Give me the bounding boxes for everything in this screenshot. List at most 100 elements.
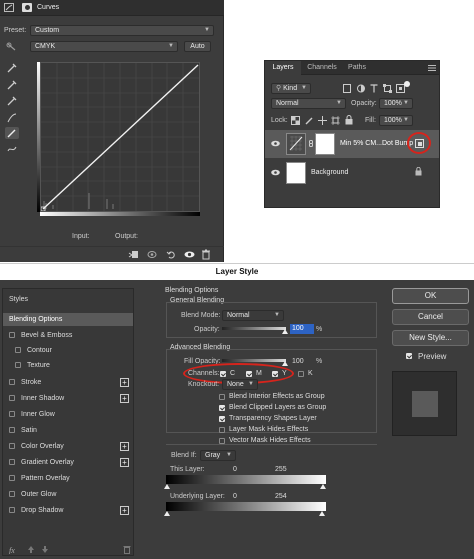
style-item-drop-shadow[interactable]: Drop Shadow + [3,504,133,517]
on-image-adjust-icon[interactable] [6,42,18,52]
type-filter-icon[interactable] [370,84,378,93]
add-inner-shadow-icon[interactable]: + [120,394,129,403]
underlying-layer-gradient-slider[interactable] [166,502,326,511]
option-checkbox-0[interactable] [219,394,225,400]
style-checkbox[interactable] [9,379,15,385]
style-checkbox[interactable] [9,443,15,449]
lock-position-icon[interactable] [318,116,327,125]
trash-icon[interactable] [123,545,131,554]
add-color-overlay-icon[interactable]: + [120,442,129,451]
smooth-curve-icon[interactable] [5,143,19,155]
channel-dropdown[interactable]: CMYK ▼ [30,41,178,52]
layer-name[interactable]: Min 5% CM...Dot Bump [340,140,413,147]
style-checkbox[interactable] [15,347,21,353]
view-previous-state-icon[interactable] [147,250,158,259]
add-stroke-icon[interactable]: + [120,378,129,387]
style-item-outer-glow[interactable]: Outer Glow [3,488,133,501]
option-checkbox-3[interactable] [219,427,225,433]
style-item-inner-glow[interactable]: Inner Glow [3,408,133,421]
add-gradient-overlay-icon[interactable]: + [120,458,129,467]
blend-mode-dropdown[interactable]: Normal ▼ [271,98,346,109]
style-checkbox[interactable] [9,491,15,497]
opacity-slider-thumb[interactable] [282,329,288,334]
filter-kind-dropdown[interactable]: ⚲ Kind ▼ [271,83,311,94]
reset-icon[interactable] [166,250,177,259]
ok-button[interactable]: OK [392,288,469,304]
preset-dropdown[interactable]: Custom ▼ [30,25,214,36]
curves-graph[interactable] [40,62,200,212]
fx-icon[interactable]: fx [9,545,19,554]
style-item-contour[interactable]: Contour [3,344,133,357]
underlying-black-thumb[interactable] [164,511,170,516]
fill-field[interactable]: 100% ▼ [379,115,413,126]
auto-button[interactable]: Auto [184,41,211,52]
lock-artboard-icon[interactable] [331,116,340,125]
fill-opacity-field[interactable]: 100 [292,358,304,365]
gray-eyedropper-icon[interactable] [5,79,19,91]
style-item-inner-shadow[interactable]: Inner Shadow + [3,392,133,405]
knockout-dropdown[interactable]: None ▼ [222,379,258,390]
underlying-white-thumb[interactable] [319,511,325,516]
channel-k-checkbox[interactable] [298,371,304,377]
option-checkbox-1[interactable] [219,405,225,411]
tab-layers[interactable]: Layers [265,61,301,75]
style-item-gradient-overlay[interactable]: Gradient Overlay + [3,456,133,469]
layer-mask-thumbnail[interactable] [315,133,335,155]
move-down-icon[interactable] [41,545,49,554]
opacity-field[interactable]: 100 [290,324,314,334]
style-checkbox[interactable] [9,459,15,465]
add-drop-shadow-icon[interactable]: + [120,506,129,515]
this-layer-white-thumb[interactable] [320,484,326,489]
filter-toggle-icon[interactable] [404,81,410,87]
clip-to-layer-icon[interactable] [128,250,139,259]
option-checkbox-2[interactable] [219,416,225,422]
lock-transparent-pixels-icon[interactable] [291,116,300,125]
this-layer-gradient-slider[interactable] [166,475,326,484]
blend-mode-dropdown[interactable]: Normal ▼ [222,310,284,321]
new-style-button[interactable]: New Style... [392,330,469,346]
this-layer-black-thumb[interactable] [164,484,170,489]
tab-channels[interactable]: Channels [303,61,341,75]
layer-row-background[interactable]: Background [265,159,439,187]
adjustment-filter-icon[interactable] [357,84,365,93]
opacity-slider-track[interactable] [222,327,286,330]
fill-opacity-slider-track[interactable] [222,359,286,362]
style-checkbox[interactable] [9,332,15,338]
style-item-texture[interactable]: Texture [3,359,133,372]
pixel-filter-icon[interactable] [343,84,351,93]
preview-checkbox[interactable] [406,353,412,359]
lock-image-pixels-icon[interactable] [305,116,314,125]
visibility-eye-icon[interactable] [271,169,280,176]
style-item-stroke[interactable]: Stroke + [3,376,133,389]
shape-filter-icon[interactable] [383,84,392,93]
style-item-blending-options[interactable]: Blending Options [3,313,133,326]
style-checkbox[interactable] [9,411,15,417]
tab-paths[interactable]: Paths [343,61,371,75]
style-item-pattern-overlay[interactable]: Pattern Overlay [3,472,133,485]
fill-opacity-slider-thumb[interactable] [282,361,288,366]
opacity-field[interactable]: 100% ▼ [379,98,413,109]
style-item-bevel-emboss[interactable]: Bevel & Emboss [3,329,133,342]
pencil-icon[interactable] [5,127,19,139]
white-eyedropper-icon[interactable] [5,95,19,107]
style-checkbox[interactable] [9,427,15,433]
style-checkbox[interactable] [9,475,15,481]
cancel-button[interactable]: Cancel [392,309,469,325]
curve-points-icon[interactable] [5,112,19,124]
black-eyedropper-icon[interactable] [5,62,19,74]
style-item-color-overlay[interactable]: Color Overlay + [3,440,133,453]
layer-name[interactable]: Background [311,169,348,176]
layer-row-adjustment[interactable]: Min 5% CM...Dot Bump [265,130,439,158]
lock-all-icon[interactable] [345,115,353,125]
panel-menu-icon[interactable] [428,65,436,71]
style-item-satin[interactable]: Satin [3,424,133,437]
styles-header[interactable]: Styles [3,293,133,306]
style-checkbox[interactable] [9,507,15,513]
trash-icon[interactable] [201,249,211,260]
style-checkbox[interactable] [9,395,15,401]
style-checkbox[interactable] [15,362,21,368]
move-up-icon[interactable] [27,545,35,554]
chain-link-icon[interactable] [309,140,313,147]
blend-if-dropdown[interactable]: Gray ▼ [200,450,236,461]
visibility-eye-icon[interactable] [271,140,280,147]
